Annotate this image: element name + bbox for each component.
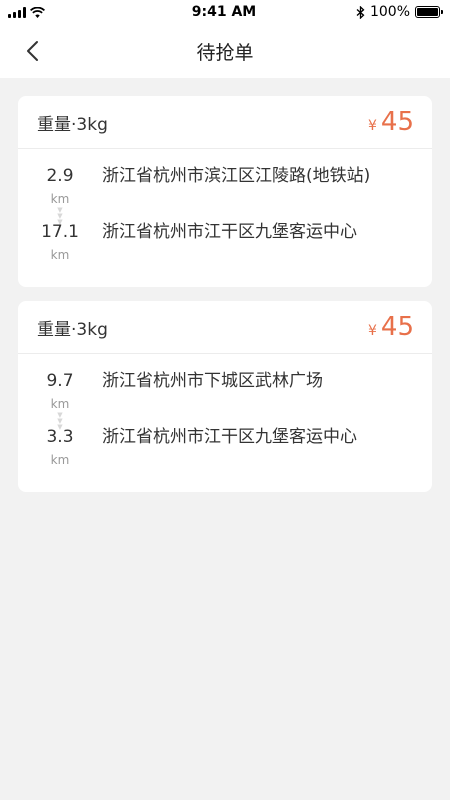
pickup-address: 浙江省杭州市滨江区江陵路(地铁站) xyxy=(102,166,371,186)
dropoff-address: 浙江省杭州市江干区九堡客运中心 xyxy=(102,222,357,242)
price-value: 45 xyxy=(380,107,414,137)
battery-fill xyxy=(417,8,438,16)
order-route: 9.7 km ▼ ▼ ▼ 浙江省杭州市下城区武林广场 3.3 km 浙江省杭州市江干… xyxy=(18,354,432,492)
status-time: 9:41 AM xyxy=(191,4,257,20)
bluetooth-icon xyxy=(356,5,365,19)
price-value: 45 xyxy=(380,312,414,342)
order-list: 重量·3kg ¥ 45 2.9 km ▼ ▼ ▼ 浙江省杭州市滨江区江陵路(地铁站)… xyxy=(18,96,432,506)
distance-unit: km xyxy=(50,192,70,206)
status-bar: 9:41 AM 100% xyxy=(0,0,450,24)
dropoff-row: 17.1 km 浙江省杭州市江干区九堡客运中心 xyxy=(37,221,432,273)
order-weight: 重量·3kg xyxy=(37,114,108,135)
order-header: 重量·3kg ¥ 45 xyxy=(18,96,432,149)
pickup-address: 浙江省杭州市下城区武林广场 xyxy=(102,371,323,391)
distance-value: 3.3 xyxy=(46,427,74,447)
pickup-distance: 2.9 km ▼ ▼ ▼ xyxy=(37,165,83,227)
order-price: ¥ 45 xyxy=(368,107,414,137)
chevron-left-icon xyxy=(27,41,38,61)
order-weight: 重量·3kg xyxy=(37,319,108,340)
distance-value: 9.7 xyxy=(46,371,74,391)
order-header: 重量·3kg ¥ 45 xyxy=(18,301,432,354)
signal-icon xyxy=(8,6,26,18)
battery-icon xyxy=(415,6,443,18)
distance-value: 2.9 xyxy=(46,166,74,186)
pickup-distance: 9.7 km ▼ ▼ ▼ xyxy=(37,370,83,432)
distance-unit: km xyxy=(50,453,70,467)
nav-bar: 待抢单 xyxy=(0,24,450,78)
order-card[interactable]: 重量·3kg ¥ 45 9.7 km ▼ ▼ ▼ 浙江省杭州市下城区武林广场 3.3… xyxy=(18,301,432,492)
order-route: 2.9 km ▼ ▼ ▼ 浙江省杭州市滨江区江陵路(地铁站) 17.1 km 浙江省… xyxy=(18,149,432,287)
currency-symbol: ¥ xyxy=(367,323,377,339)
order-card[interactable]: 重量·3kg ¥ 45 2.9 km ▼ ▼ ▼ 浙江省杭州市滨江区江陵路(地铁站)… xyxy=(18,96,432,287)
pickup-row: 9.7 km ▼ ▼ ▼ 浙江省杭州市下城区武林广场 xyxy=(37,370,432,431)
battery-percent: 100% xyxy=(369,4,410,20)
wifi-icon xyxy=(30,6,45,18)
pickup-row: 2.9 km ▼ ▼ ▼ 浙江省杭州市滨江区江陵路(地铁站) xyxy=(37,165,432,226)
dropoff-row: 3.3 km 浙江省杭州市江干区九堡客运中心 xyxy=(37,426,432,478)
status-left xyxy=(8,6,128,18)
currency-symbol: ¥ xyxy=(367,118,377,134)
dropoff-distance: 17.1 km xyxy=(37,221,83,263)
dropoff-distance: 3.3 km xyxy=(37,426,83,468)
distance-unit: km xyxy=(50,248,70,262)
status-right: 100% xyxy=(320,4,443,20)
dropoff-address: 浙江省杭州市江干区九堡客运中心 xyxy=(102,427,357,447)
distance-value: 17.1 xyxy=(41,222,79,242)
back-button[interactable] xyxy=(18,37,46,65)
distance-unit: km xyxy=(50,397,70,411)
page-title: 待抢单 xyxy=(196,41,254,64)
order-price: ¥ 45 xyxy=(368,312,414,342)
